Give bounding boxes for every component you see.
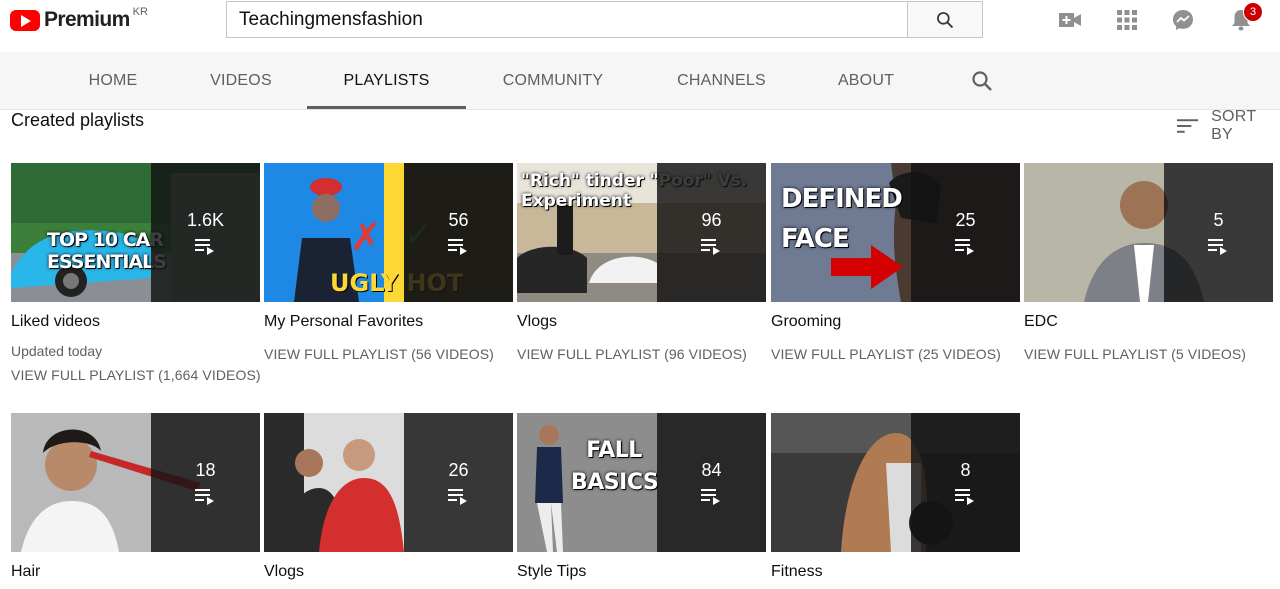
video-count: 1.6K (186, 210, 225, 230)
notification-count-badge: 3 (1243, 2, 1263, 22)
playlist-title[interactable]: EDC (1024, 313, 1273, 331)
logo-country-code: KR (132, 6, 148, 18)
playlist-card-grooming: DEFINED FACE 25 Grooming VIEW FULL PLAYL… (771, 163, 1020, 362)
tab-home[interactable]: HOME (74, 52, 152, 110)
playlist-title[interactable]: Style Tips (517, 563, 766, 581)
playlist-count-overlay: 96 (657, 163, 766, 302)
video-count: 25 (955, 210, 976, 230)
playlist-thumbnail[interactable]: "Rich" tinder "Poor" Vs. Experiment 96 (517, 163, 766, 302)
apps-button[interactable] (1114, 8, 1140, 32)
playlist-title[interactable]: Fitness (771, 563, 1020, 581)
youtube-premium-logo[interactable]: Premium KR (10, 6, 148, 32)
view-full-playlist-link[interactable]: VIEW FULL PLAYLIST (56 VIDEOS) (264, 346, 513, 362)
thumbnail-caption: DEFINED FACE (781, 184, 903, 254)
video-count: 18 (195, 460, 216, 480)
create-video-button[interactable] (1057, 8, 1083, 32)
playlist-card-vlogs-2: 26 Vlogs (264, 413, 513, 581)
playlist-thumbnail[interactable]: 26 (264, 413, 513, 552)
section-title: Created playlists (11, 110, 145, 130)
video-count: 26 (448, 460, 469, 480)
playlist-count-overlay: 84 (657, 413, 766, 552)
sort-by-label: SORT BY (1211, 108, 1257, 143)
playlist-title[interactable]: Vlogs (517, 313, 766, 331)
apps-grid-icon (1117, 10, 1137, 30)
playlist-icon (700, 489, 720, 505)
playlist-count-overlay: 25 (911, 163, 1020, 302)
playlist-icon (447, 489, 467, 505)
masthead: Premium KR Teachingmensfashion 3 (0, 0, 1280, 52)
playlist-count-overlay: 8 (911, 413, 1020, 552)
playlist-icon (194, 239, 214, 255)
playlist-icon (954, 489, 974, 505)
playlist-count-overlay: 18 (151, 413, 260, 552)
search-icon (972, 71, 992, 91)
search-button[interactable] (907, 1, 983, 38)
playlist-title[interactable]: Grooming (771, 313, 1020, 331)
sort-icon (1176, 119, 1199, 133)
playlist-count-overlay: 56 (404, 163, 513, 302)
video-camera-plus-icon (1059, 13, 1081, 27)
playlist-card-hair: 18 Hair (11, 413, 260, 581)
playlist-card-edc: 5 EDC VIEW FULL PLAYLIST (5 VIDEOS) (1024, 163, 1273, 362)
video-count: 84 (701, 460, 722, 480)
messenger-icon (1173, 10, 1193, 30)
playlist-icon (194, 489, 214, 505)
playlist-thumbnail[interactable]: ✗ ✓ UGLY HOT 56 (264, 163, 513, 302)
tab-videos[interactable]: VIDEOS (199, 52, 283, 110)
tab-playlists[interactable]: PLAYLISTS (307, 52, 466, 110)
tab-community[interactable]: COMMUNITY (492, 52, 614, 110)
playlist-title[interactable]: My Personal Favorites (264, 313, 513, 331)
playlist-updated: Updated today (11, 343, 103, 359)
playlist-count-overlay: 26 (404, 413, 513, 552)
playlist-card-liked-videos: TOP 10 CAR ESSENTIALS 1.6K Liked videos … (11, 163, 261, 383)
search-input-value: Teachingmensfashion (239, 8, 423, 30)
playlist-count-overlay: 1.6K (151, 163, 260, 302)
channel-search-button[interactable] (970, 69, 994, 98)
playlist-title[interactable]: Liked videos (11, 313, 260, 331)
logo-text: Premium (44, 8, 130, 31)
playlist-icon (954, 239, 974, 255)
playlist-title[interactable]: Vlogs (264, 563, 513, 581)
playlist-card-vlogs: "Rich" tinder "Poor" Vs. Experiment 96 V… (517, 163, 766, 362)
playlist-card-style-tips: FALL BASICS 84 Style Tips (517, 413, 766, 581)
playlist-thumbnail[interactable]: 8 (771, 413, 1020, 552)
messages-button[interactable] (1170, 8, 1196, 32)
playlist-icon (1207, 239, 1227, 255)
video-count: 56 (448, 210, 469, 230)
playlist-thumbnail[interactable]: TOP 10 CAR ESSENTIALS 1.6K (11, 163, 260, 302)
view-full-playlist-link[interactable]: VIEW FULL PLAYLIST (5 VIDEOS) (1024, 346, 1273, 362)
thumbnail-caption: FALL BASICS (571, 438, 659, 495)
channel-tabs: HOME VIDEOS PLAYLISTS COMMUNITY CHANNELS… (0, 52, 1280, 110)
view-full-playlist-link[interactable]: VIEW FULL PLAYLIST (25 VIDEOS) (771, 346, 1020, 362)
tab-channels[interactable]: CHANNELS (664, 52, 779, 110)
playlist-icon (700, 239, 720, 255)
youtube-logo-icon (10, 10, 40, 31)
search-icon (937, 11, 954, 28)
video-count: 5 (1213, 210, 1224, 230)
view-full-playlist-link[interactable]: VIEW FULL PLAYLIST (1,664 VIDEOS) (11, 367, 261, 383)
search-input[interactable]: Teachingmensfashion (226, 1, 908, 38)
playlist-card-fitness: 8 Fitness (771, 413, 1020, 581)
x-mark: ✗ (350, 215, 382, 259)
playlist-icon (447, 239, 467, 255)
playlist-thumbnail[interactable]: 5 (1024, 163, 1273, 302)
tab-about[interactable]: ABOUT (826, 52, 906, 110)
playlist-thumbnail[interactable]: DEFINED FACE 25 (771, 163, 1020, 302)
playlist-thumbnail[interactable]: 18 (11, 413, 260, 552)
playlist-card-my-personal-favorites: ✗ ✓ UGLY HOT 56 My Personal Favorites VI… (264, 163, 513, 362)
playlist-count-overlay: 5 (1164, 163, 1273, 302)
playlist-thumbnail[interactable]: FALL BASICS 84 (517, 413, 766, 552)
video-count: 96 (701, 210, 722, 230)
video-count: 8 (960, 460, 971, 480)
view-full-playlist-link[interactable]: VIEW FULL PLAYLIST (96 VIDEOS) (517, 346, 766, 362)
playlist-title[interactable]: Hair (11, 563, 260, 581)
sort-by-button[interactable]: SORT BY (1176, 108, 1280, 144)
